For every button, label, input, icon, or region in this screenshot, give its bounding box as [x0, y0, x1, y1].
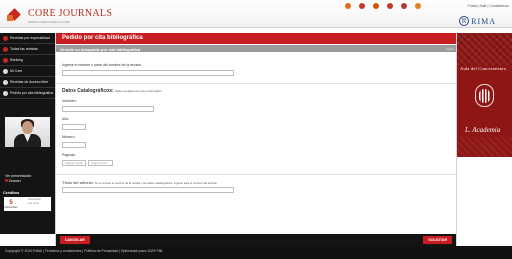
document-icon — [3, 91, 8, 96]
sidebar-item-acceso-libre[interactable]: Revistas de Acceso libre — [0, 77, 55, 88]
header: CORE JOURNALS WWW.COREJOURNALS.COM Porta… — [0, 0, 512, 28]
emblem-icon — [475, 84, 494, 107]
book-icon — [3, 36, 8, 41]
sidebar-item-mi-core[interactable]: Mi Core — [0, 66, 55, 77]
twitter-icon[interactable] — [373, 3, 379, 9]
number-input[interactable] — [62, 142, 86, 148]
page-start-input[interactable]: Página inicial — [62, 160, 86, 166]
sidebar-item-pedido[interactable]: Pedido por cita bibliografica — [0, 88, 55, 99]
journal-input[interactable] — [62, 70, 234, 76]
page-title: Pedido por cita bibliográfica — [56, 33, 456, 44]
form-actions: CANCELAR SOLICITAR — [56, 234, 456, 246]
sidebar-item-todas[interactable]: Todas las revistas — [0, 44, 55, 55]
top-links[interactable]: Portal | Salir | Contáctenos — [467, 4, 509, 8]
banner-pattern — [457, 137, 512, 157]
sidebar-item-label: Revistas por especialidad — [10, 36, 50, 40]
rima-logo-text: RIMA — [471, 16, 496, 26]
logo-mark-icon — [7, 8, 24, 25]
journal-label: Ingrese el nombre o parte del nombre de … — [62, 63, 142, 67]
banner-line2: L. Academia — [465, 126, 501, 134]
year-input[interactable] — [62, 124, 86, 130]
user-icon — [3, 69, 8, 74]
credits-title: Créditos — [3, 190, 20, 195]
article-hint: Si no conoce el nombre de la revista y l… — [94, 181, 217, 185]
sidebar-item-label: Todas las revistas — [10, 47, 38, 51]
pages-label: Páginas: — [62, 153, 76, 157]
logo-subtitle: WWW.COREJOURNALS.COM — [28, 20, 70, 24]
promo-banner[interactable]: Aula del Conocimiento L. Academia — [457, 33, 512, 157]
sidebar-item-especialidad[interactable]: Revistas por especialidad — [0, 33, 55, 44]
sidebar-item-label: Ranking — [10, 58, 23, 62]
page: CORE JOURNALS WWW.COREJOURNALS.COM Porta… — [0, 0, 512, 259]
rima-logo-icon: R — [459, 16, 470, 26]
section-subtitle: Oriente su búsqueda por cita bibliográfi… — [56, 45, 456, 52]
banner-line1: Aula del Conocimiento — [460, 66, 507, 71]
rss-icon[interactable] — [345, 3, 351, 9]
sidebar-item-label: Mi Core — [10, 69, 23, 73]
linkedin-icon[interactable] — [387, 3, 393, 9]
youtube-icon[interactable] — [401, 3, 407, 9]
sidebar-item-ranking[interactable]: Ranking — [0, 55, 55, 66]
banner-pattern — [457, 33, 512, 65]
list-icon — [3, 47, 8, 52]
chart-icon — [3, 58, 8, 63]
credits-side-line2: a la fecha — [28, 202, 39, 205]
unlock-icon — [3, 80, 8, 85]
catalog-hint: Debe completar los todo el formulario — [115, 89, 162, 93]
dossier-label: Dossier — [9, 178, 21, 183]
sidebar: Revistas por especialidad Todas las revi… — [0, 33, 55, 234]
rima-logo[interactable]: R RIMA — [459, 16, 496, 26]
divider — [56, 83, 456, 84]
logo-title: CORE JOURNALS — [28, 8, 113, 19]
main-panel: Pedido por cita bibliográfica Oriente su… — [55, 33, 457, 246]
facebook-icon[interactable] — [359, 3, 365, 9]
presentation-link[interactable]: Ver presentación Dossier — [5, 174, 31, 183]
catalog-title-text: Datos Catalográficos: — [62, 88, 114, 94]
footer: Copyright © 2010 RIMA | Términos y condi… — [0, 246, 512, 259]
credits-label: Disponibles — [4, 205, 18, 209]
core-journals-logo[interactable]: CORE JOURNALS WWW.COREJOURNALS.COM — [7, 8, 112, 25]
page-end-input[interactable]: Página final — [88, 160, 113, 166]
article-label: Título del artículo: Si no conoce el nom… — [62, 180, 217, 185]
email-icon[interactable] — [415, 3, 421, 9]
number-label: Número: — [62, 135, 76, 139]
sidebar-item-label: Revistas de Acceso libre — [10, 80, 49, 84]
catalog-title: Datos Catalográficos: Debe completar los… — [62, 88, 162, 94]
sidebar-item-label: Pedido por cita bibliografica — [10, 91, 53, 95]
divider — [56, 174, 456, 175]
presenter-photo[interactable] — [5, 117, 50, 147]
cancel-button[interactable]: CANCELAR — [60, 236, 90, 244]
article-label-text: Título del artículo: — [62, 180, 94, 185]
volume-label: Volumen: — [62, 99, 77, 103]
play-icon — [5, 178, 8, 182]
social-icons — [345, 3, 421, 9]
year-label: Año: — [62, 117, 70, 121]
submit-button[interactable]: SOLICITAR — [423, 236, 452, 244]
section-subtitle-text: Oriente su búsqueda por cita bibliográfi… — [60, 46, 141, 52]
article-title-input[interactable] — [62, 187, 234, 193]
credits-box: 5 Disponibles Actualizado a la fecha — [4, 197, 51, 211]
volume-input[interactable] — [62, 106, 154, 112]
back-link[interactable]: volver — [446, 47, 454, 51]
